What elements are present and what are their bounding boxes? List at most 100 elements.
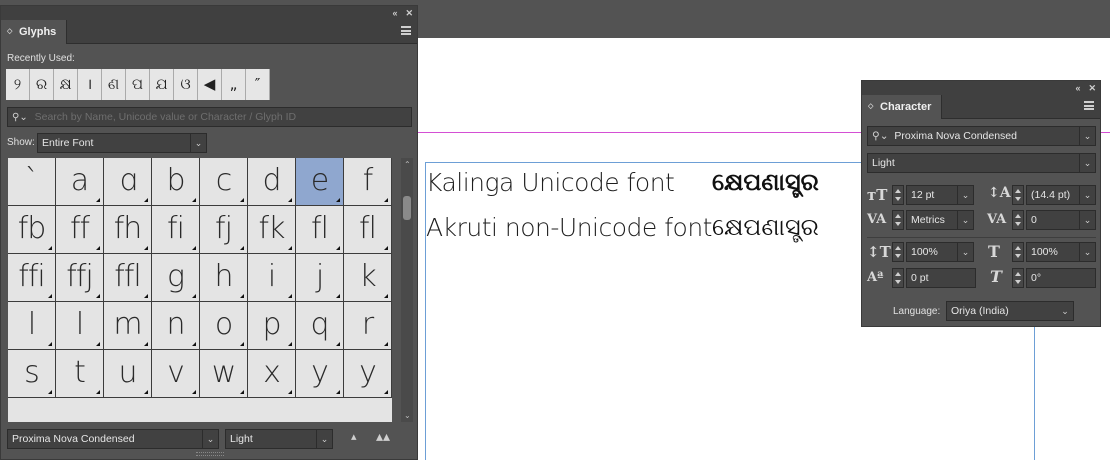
glyph-cell[interactable]: n: [152, 302, 200, 350]
line2-label[interactable]: Akruti non-Unicode font: [426, 213, 712, 242]
skew-stepper[interactable]: [1012, 268, 1024, 288]
recent-glyph-cell[interactable]: ଣ: [102, 69, 126, 100]
glyph-cell[interactable]: fl: [296, 206, 344, 254]
glyph-cell[interactable]: t: [56, 350, 104, 398]
glyph-font-family-dropdown[interactable]: Proxima Nova Condensed ⌄: [7, 429, 219, 449]
alternates-indicator-icon[interactable]: [384, 198, 388, 202]
alternates-indicator-icon[interactable]: [96, 198, 100, 202]
alternates-indicator-icon[interactable]: [336, 342, 340, 346]
line1-odia-sample[interactable]: କ୍ଷେପଣାସ୍ତ୍ର: [712, 168, 819, 196]
alternates-indicator-icon[interactable]: [96, 294, 100, 298]
alternates-indicator-icon[interactable]: [336, 390, 340, 394]
close-icon[interactable]: ✕: [1088, 81, 1096, 95]
alternates-indicator-icon[interactable]: [192, 198, 196, 202]
glyph-cell[interactable]: a: [56, 158, 104, 206]
alternates-indicator-icon[interactable]: [96, 246, 100, 250]
vertical-scale-stepper[interactable]: [892, 242, 904, 262]
alternates-indicator-icon[interactable]: [144, 390, 148, 394]
glyph-cell[interactable]: fk: [248, 206, 296, 254]
glyph-cell[interactable]: fb: [8, 206, 56, 254]
alternates-indicator-icon[interactable]: [192, 390, 196, 394]
scroll-up-icon[interactable]: ⌃: [404, 160, 411, 169]
glyph-cell[interactable]: fi: [152, 206, 200, 254]
recent-glyph-cell[interactable]: ଓ: [174, 69, 198, 100]
baseline-shift-field[interactable]: 0 pt: [906, 268, 976, 288]
language-dropdown[interactable]: Oriya (India) ⌄: [946, 301, 1074, 321]
alternates-indicator-icon[interactable]: [48, 390, 52, 394]
glyph-cell[interactable]: o: [200, 302, 248, 350]
glyph-cell[interactable]: q: [296, 302, 344, 350]
font-size-stepper[interactable]: [892, 185, 904, 205]
baseline-shift-stepper[interactable]: [892, 268, 904, 288]
glyph-search-input[interactable]: ⚲⌄ Search by Name, Unicode value or Char…: [7, 107, 412, 127]
alternates-indicator-icon[interactable]: [240, 294, 244, 298]
glyph-cell[interactable]: y: [296, 350, 344, 398]
alternates-indicator-icon[interactable]: [384, 342, 388, 346]
glyph-cell[interactable]: ɑ: [104, 158, 152, 206]
zoom-out-icon[interactable]: ▴: [351, 430, 357, 443]
alternates-indicator-icon[interactable]: [240, 246, 244, 250]
alternates-indicator-icon[interactable]: [336, 294, 340, 298]
horizontal-scale-stepper[interactable]: [1012, 242, 1024, 262]
glyph-cell[interactable]: e: [296, 158, 344, 206]
glyph-cell[interactable]: k: [344, 254, 392, 302]
glyph-cell[interactable]: ff: [56, 206, 104, 254]
alternates-indicator-icon[interactable]: [144, 198, 148, 202]
show-dropdown[interactable]: Entire Font ⌄: [37, 133, 207, 153]
recent-glyph-cell[interactable]: ୨: [6, 69, 30, 100]
glyph-cell[interactable]: y: [344, 350, 392, 398]
recent-glyph-cell[interactable]: ◀: [198, 69, 222, 100]
glyph-cell[interactable]: m: [104, 302, 152, 350]
glyph-cell[interactable]: l: [56, 302, 104, 350]
tab-character[interactable]: ◇ Character: [862, 95, 943, 119]
alternates-indicator-icon[interactable]: [96, 342, 100, 346]
alternates-indicator-icon[interactable]: [192, 246, 196, 250]
tab-glyphs[interactable]: ◇ Glyphs: [1, 20, 68, 44]
alternates-indicator-icon[interactable]: [384, 246, 388, 250]
alternates-indicator-icon[interactable]: [48, 246, 52, 250]
tab-expand-icon[interactable]: ◇: [7, 20, 12, 44]
glyph-cell[interactable]: p: [248, 302, 296, 350]
glyph-cell[interactable]: c: [200, 158, 248, 206]
recent-glyph-cell[interactable]: ″: [246, 69, 270, 100]
collapse-icon[interactable]: «: [1075, 81, 1080, 95]
horizontal-scale-field[interactable]: 100% ⌄: [1026, 242, 1096, 262]
close-icon[interactable]: ✕: [405, 6, 413, 20]
glyph-cell[interactable]: u: [104, 350, 152, 398]
glyph-cell[interactable]: l: [8, 302, 56, 350]
kerning-field[interactable]: Metrics ⌄: [906, 210, 974, 230]
glyph-cell[interactable]: f: [344, 158, 392, 206]
alternates-indicator-icon[interactable]: [240, 390, 244, 394]
alternates-indicator-icon[interactable]: [48, 342, 52, 346]
alternates-indicator-icon[interactable]: [288, 246, 292, 250]
recent-glyph-cell[interactable]: „: [222, 69, 246, 100]
glyph-cell[interactable]: v: [152, 350, 200, 398]
alternates-indicator-icon[interactable]: [144, 294, 148, 298]
recent-glyph-cell[interactable]: ଯ: [150, 69, 174, 100]
glyph-cell[interactable]: b: [152, 158, 200, 206]
glyph-cell[interactable]: j: [296, 254, 344, 302]
zoom-in-icon[interactable]: ▴▴: [376, 428, 390, 445]
resize-grip[interactable]: [196, 452, 224, 456]
alternates-indicator-icon[interactable]: [384, 294, 388, 298]
alternates-indicator-icon[interactable]: [240, 198, 244, 202]
glyph-cell[interactable]: w: [200, 350, 248, 398]
glyph-cell[interactable]: s: [8, 350, 56, 398]
alternates-indicator-icon[interactable]: [48, 294, 52, 298]
font-size-field[interactable]: 12 pt ⌄: [906, 185, 974, 205]
recent-glyph-cell[interactable]: ।: [78, 69, 102, 100]
tracking-field[interactable]: 0 ⌄: [1026, 210, 1096, 230]
alternates-indicator-icon[interactable]: [96, 390, 100, 394]
alternates-indicator-icon[interactable]: [336, 246, 340, 250]
recent-glyph-cell[interactable]: ପ: [126, 69, 150, 100]
glyph-cell[interactable]: ffl: [104, 254, 152, 302]
glyph-cell[interactable]: h: [200, 254, 248, 302]
alternates-indicator-icon[interactable]: [336, 198, 340, 202]
alternates-indicator-icon[interactable]: [288, 294, 292, 298]
glyph-cell[interactable]: `: [8, 158, 56, 206]
glyph-cell[interactable]: d: [248, 158, 296, 206]
alternates-indicator-icon[interactable]: [288, 390, 292, 394]
alternates-indicator-icon[interactable]: [192, 342, 196, 346]
glyph-cell[interactable]: ffj: [56, 254, 104, 302]
glyph-grid-scrollbar[interactable]: ⌃ ⌄: [401, 158, 413, 422]
